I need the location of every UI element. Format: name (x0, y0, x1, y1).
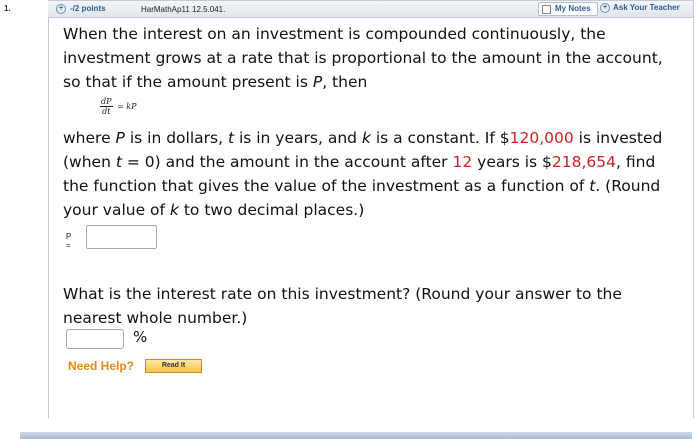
fraction-denominator: dt (102, 107, 111, 116)
plus-icon: + (600, 3, 610, 13)
checkbox-icon (542, 5, 551, 14)
interest-rate-input[interactable] (66, 329, 124, 349)
text: years is $ (472, 153, 552, 171)
percent-sign: % (133, 328, 148, 346)
years-value: 12 (452, 153, 473, 171)
intro-paragraph: When the interest on an investment is co… (63, 22, 683, 94)
text: to two decimal places.) (178, 201, 365, 219)
text: is in dollars, (124, 129, 228, 147)
var-P: P (115, 129, 125, 147)
points-label: -/2 points (70, 4, 106, 14)
var-k: k (169, 201, 179, 219)
text: is a constant. If $ (370, 129, 510, 147)
final-amount: 218,654 (551, 153, 617, 171)
fraction-numerator: dP (100, 97, 113, 107)
problem-source: HarMathAp11 12.5.041. (141, 5, 226, 14)
intro-text-end: , then (322, 73, 368, 91)
my-notes-label: My Notes (555, 4, 591, 13)
rate-formula: dP dt = kP (100, 97, 137, 116)
question-header: + -/2 points HarMathAp11 12.5.041. My Not… (48, 0, 693, 18)
rate-question: What is the interest rate on this invest… (63, 285, 622, 327)
my-notes-button[interactable]: My Notes (538, 2, 598, 16)
text: is in years, and (234, 129, 362, 147)
need-help-label: Need Help? (68, 359, 135, 373)
question-number: 1. (4, 4, 11, 13)
formula-rhs: = kP (117, 102, 137, 111)
p-function-input[interactable] (86, 225, 157, 249)
formula-spacer (63, 94, 683, 126)
text: = 0) and the amount in the account after (121, 153, 453, 171)
var-P: P (312, 73, 323, 91)
ask-teacher-label: Ask Your Teacher (613, 3, 680, 12)
plus-icon: + (56, 4, 66, 14)
text: where (63, 129, 116, 147)
p-label: P = (66, 232, 72, 250)
var-k: k (361, 129, 371, 147)
problem-paragraph: where P is in dollars, t is in years, an… (63, 126, 683, 222)
ask-teacher-button[interactable]: + Ask Your Teacher (600, 2, 690, 14)
question-text: When the interest on an investment is co… (63, 22, 683, 330)
derivative-fraction: dP dt (100, 97, 113, 116)
initial-amount: 120,000 (509, 129, 574, 147)
next-question-strip (20, 432, 692, 439)
read-it-button[interactable]: Read It (145, 359, 202, 373)
points-toggle[interactable]: + -/2 points (56, 4, 106, 14)
